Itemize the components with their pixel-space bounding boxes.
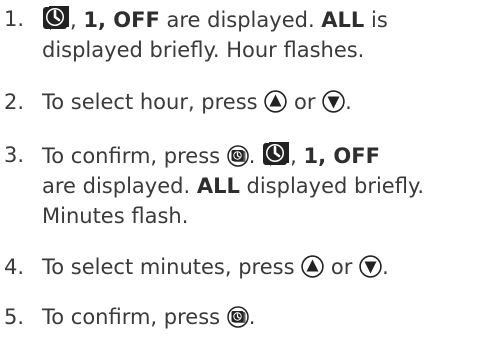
display-value: ALL	[196, 174, 240, 198]
step-text: or	[293, 90, 316, 114]
step-text: or	[330, 255, 353, 279]
step-text: Minutes flash.	[42, 204, 189, 228]
down-arrow-button-icon	[359, 255, 382, 278]
step-text: To select hour, press	[42, 90, 265, 114]
step-text: .	[345, 90, 352, 114]
display-value: 1, OFF	[303, 144, 380, 168]
display-value: ALL	[321, 8, 365, 32]
step-text: .	[248, 144, 263, 168]
step-text: .	[382, 255, 389, 279]
step-text: displayed briefly. Hour flashes.	[42, 38, 365, 62]
step-number: 1.	[4, 7, 25, 31]
step-text: displayed briefly.	[239, 174, 425, 198]
timer-button-icon	[227, 145, 249, 167]
step-text: ,	[290, 144, 304, 168]
step-number: 4.	[4, 255, 25, 279]
timer-clock-icon	[42, 4, 70, 30]
step-text: is	[364, 8, 388, 32]
step-text: are displayed.	[42, 174, 197, 198]
step-number: 5.	[4, 305, 25, 329]
step-text: ,	[70, 8, 84, 32]
step-text: To select minutes, press	[42, 255, 302, 279]
step-text: To confirm, press	[42, 305, 227, 329]
step-text: To confirm, press	[42, 144, 227, 168]
up-arrow-button-icon	[264, 90, 287, 113]
down-arrow-button-icon	[322, 90, 345, 113]
display-value: 1, OFF	[83, 8, 160, 32]
timer-button-icon	[227, 306, 249, 328]
step-number: 2.	[4, 90, 25, 114]
timer-clock-icon	[262, 140, 290, 166]
up-arrow-button-icon	[301, 255, 324, 278]
step-text: .	[248, 305, 256, 329]
step-number: 3.	[4, 143, 25, 167]
step-text: are displayed.	[159, 8, 322, 32]
